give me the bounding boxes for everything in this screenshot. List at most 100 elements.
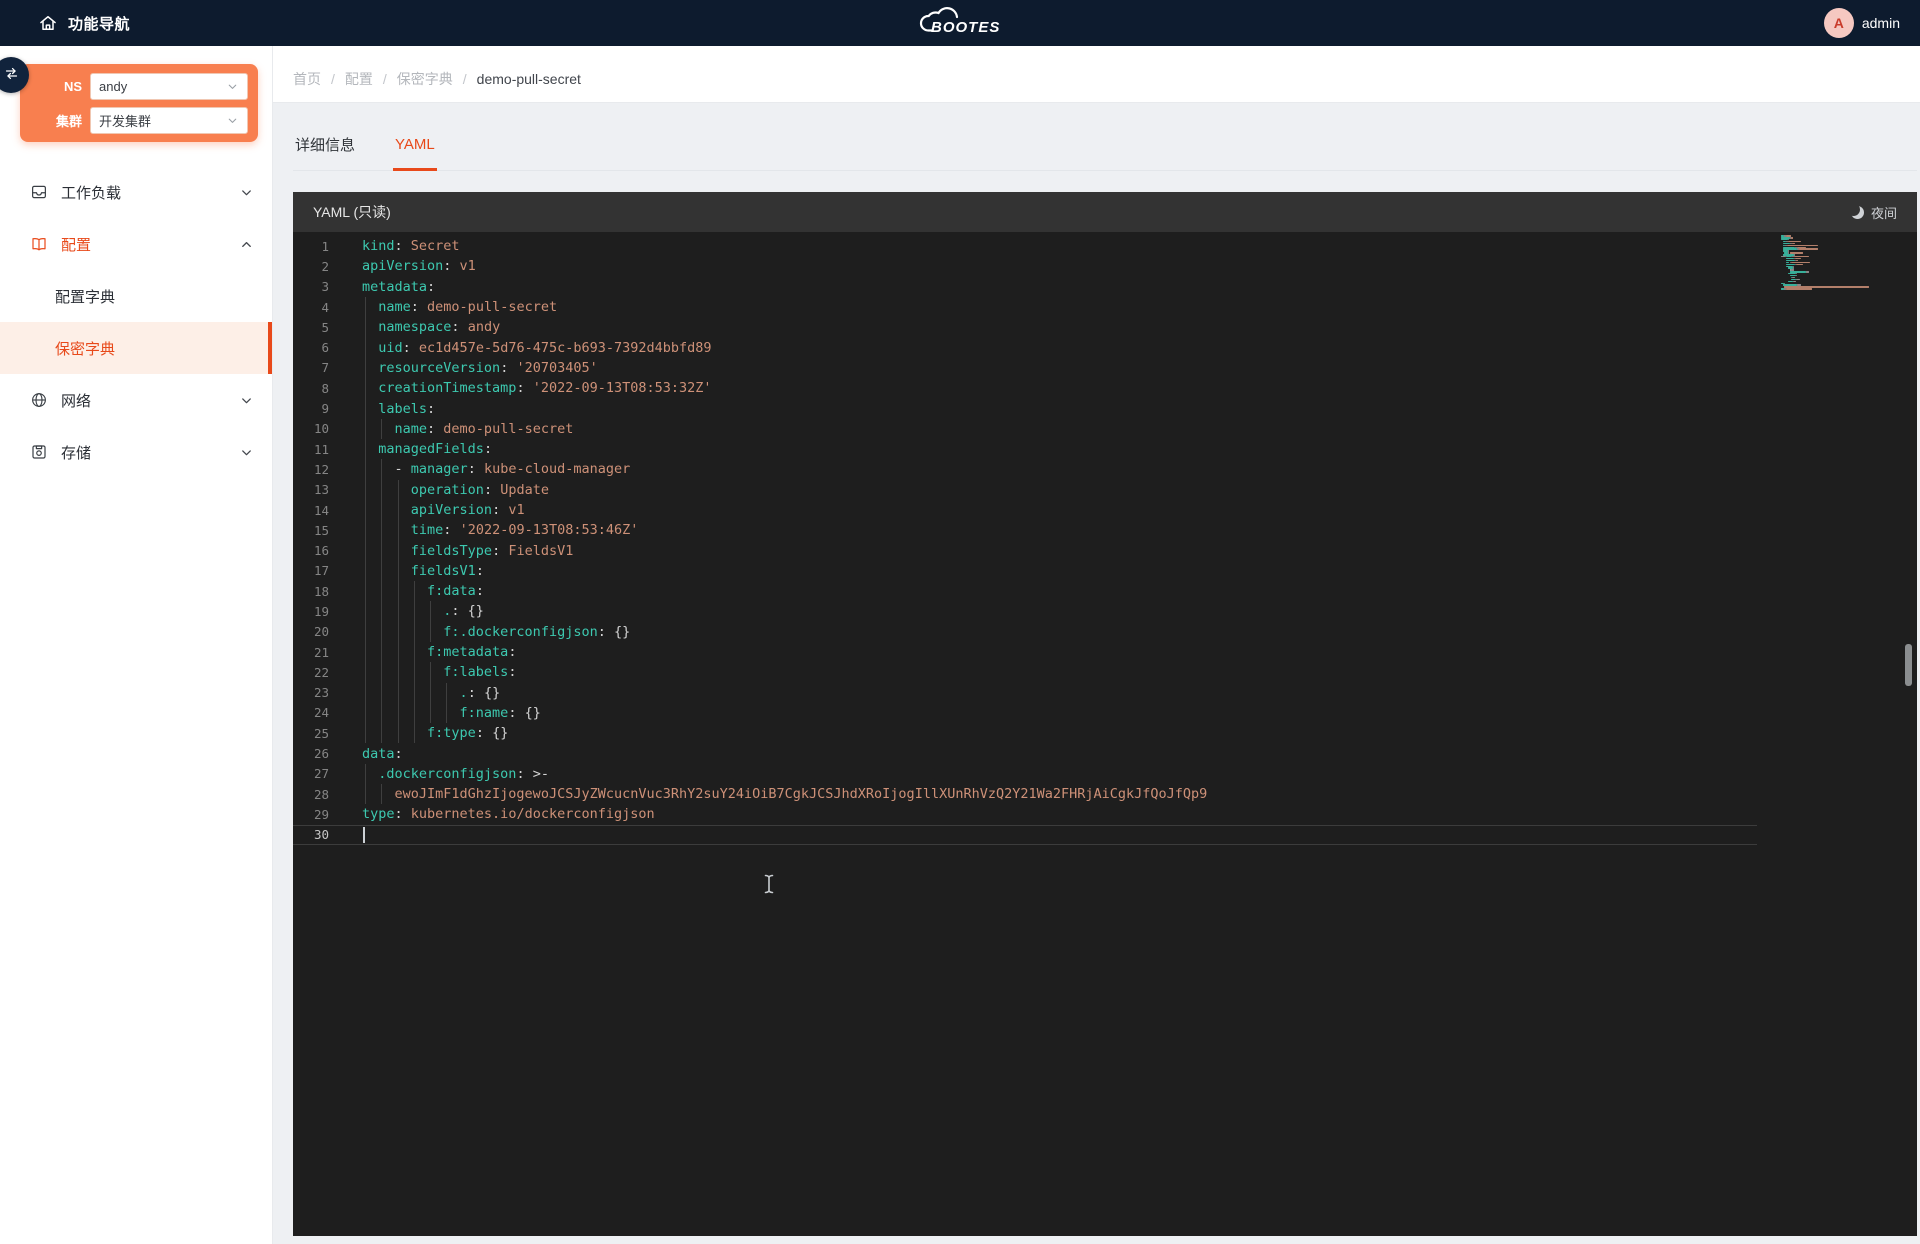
code-line[interactable]: 16 fieldsType: FieldsV1 xyxy=(293,540,1917,560)
code-line[interactable]: 20 f:.dockerconfigjson: {} xyxy=(293,622,1917,642)
sidebar-item-network[interactable]: 网络 xyxy=(0,374,272,426)
code-line[interactable]: 7 resourceVersion: '20703405' xyxy=(293,358,1917,378)
indent-guide xyxy=(365,662,366,682)
code-line[interactable]: 19 .: {} xyxy=(293,601,1917,621)
line-number: 22 xyxy=(293,665,345,680)
breadcrumb-link[interactable]: 保密字典 xyxy=(397,69,453,89)
sidebar-item-configmap[interactable]: 配置字典 xyxy=(0,270,272,322)
code-area[interactable]: 1kind: Secret2apiVersion: v13metadata:4 … xyxy=(293,232,1917,845)
code-line-text: type: kubernetes.io/dockerconfigjson xyxy=(345,804,1917,824)
swap-arrows-icon xyxy=(3,65,20,85)
code-token xyxy=(362,522,411,538)
indent-guide xyxy=(381,683,382,703)
code-token: : {} xyxy=(598,624,631,640)
code-token: apiVersion xyxy=(411,502,492,518)
code-line[interactable]: 17 fieldsV1: xyxy=(293,561,1917,581)
code-line[interactable]: 26data: xyxy=(293,743,1917,763)
avatar: A xyxy=(1824,8,1854,38)
code-line-text: ewoJImF1dGhzIjogewoJCSJyZWcucnVuc3RhY2su… xyxy=(345,784,1917,804)
code-line[interactable]: 5 namespace: andy xyxy=(293,317,1917,337)
indent-guide xyxy=(381,723,382,743)
tab-yaml[interactable]: YAML xyxy=(393,120,437,171)
code-token: : xyxy=(508,664,516,680)
code-line-text: .dockerconfigjson: >- xyxy=(345,764,1917,784)
indent-guide xyxy=(430,703,431,723)
code-line[interactable]: 14 apiVersion: v1 xyxy=(293,500,1917,520)
indent-guide xyxy=(365,561,366,581)
code-token: demo-pull-secret xyxy=(443,421,573,437)
night-mode-toggle[interactable]: 夜间 xyxy=(1851,203,1897,222)
code-token: . xyxy=(460,685,468,701)
sidebar-item-label: 配置 xyxy=(61,234,91,255)
indent-guide xyxy=(365,601,366,621)
code-line[interactable]: 27 .dockerconfigjson: >- xyxy=(293,764,1917,784)
breadcrumb-separator: / xyxy=(331,71,335,87)
editor-body[interactable]: 1kind: Secret2apiVersion: v13metadata:4 … xyxy=(293,232,1917,1236)
user-menu[interactable]: A admin xyxy=(1824,0,1900,46)
code-token: apiVersion xyxy=(362,258,443,274)
line-number: 26 xyxy=(293,746,345,761)
avatar-letter: A xyxy=(1834,15,1844,31)
indent-guide xyxy=(381,784,382,804)
code-line[interactable]: 8 creationTimestamp: '2022-09-13T08:53:3… xyxy=(293,378,1917,398)
code-token: metadata xyxy=(362,279,427,295)
line-number: 25 xyxy=(293,726,345,741)
code-line[interactable]: 24 f:name: {} xyxy=(293,703,1917,723)
minimap[interactable] xyxy=(1781,235,1893,292)
code-line[interactable]: 4 name: demo-pull-secret xyxy=(293,297,1917,317)
indent-guide xyxy=(430,601,431,621)
code-line[interactable]: 12 - manager: kube-cloud-manager xyxy=(293,459,1917,479)
code-line[interactable]: 3metadata: xyxy=(293,277,1917,297)
sidebar-item-storage[interactable]: 存储 xyxy=(0,426,272,478)
code-token: fieldsType xyxy=(411,543,492,559)
tab-details[interactable]: 详细信息 xyxy=(293,120,357,171)
code-line[interactable]: 23 .: {} xyxy=(293,683,1917,703)
code-line[interactable]: 2apiVersion: v1 xyxy=(293,256,1917,276)
line-number: 19 xyxy=(293,604,345,619)
code-line[interactable]: 22 f:labels: xyxy=(293,662,1917,682)
breadcrumb-separator: / xyxy=(463,71,467,87)
indent-guide xyxy=(381,622,382,642)
code-line[interactable]: 30 xyxy=(293,825,1917,845)
nav-title: 功能导航 xyxy=(68,13,130,34)
code-line[interactable]: 15 time: '2022-09-13T08:53:46Z' xyxy=(293,520,1917,540)
logo-text: BOOTES xyxy=(931,19,1000,36)
indent-guide xyxy=(414,662,415,682)
config-icon xyxy=(30,235,48,253)
code-line[interactable]: 1kind: Secret xyxy=(293,236,1917,256)
sidebar-item-workloads[interactable]: 工作负载 xyxy=(0,166,272,218)
breadcrumb-link[interactable]: 配置 xyxy=(345,69,373,89)
code-token: ec1d457e-5d76-475c-b693-7392d4bbfd89 xyxy=(419,340,712,356)
cluster-select[interactable]: 开发集群 xyxy=(90,107,248,134)
code-token: Update xyxy=(500,482,549,498)
code-token: : xyxy=(468,461,484,477)
breadcrumb-link[interactable]: 首页 xyxy=(293,69,321,89)
code-line-text: f:labels: xyxy=(345,662,1917,682)
sidebar-item-secret[interactable]: 保密字典 xyxy=(0,322,272,374)
editor-scrollbar-thumb[interactable] xyxy=(1905,644,1912,686)
indent-guide xyxy=(398,683,399,703)
line-number: 23 xyxy=(293,685,345,700)
code-line[interactable]: 11 managedFields: xyxy=(293,439,1917,459)
line-number: 11 xyxy=(293,442,345,457)
code-token: f:type xyxy=(427,725,476,741)
code-line[interactable]: 28 ewoJImF1dGhzIjogewoJCSJyZWcucnVuc3RhY… xyxy=(293,784,1917,804)
sidebar-item-config[interactable]: 配置 xyxy=(0,218,272,270)
code-line[interactable]: 25 f:type: {} xyxy=(293,723,1917,743)
code-line[interactable]: 9 labels: xyxy=(293,398,1917,418)
code-line-text: f:data: xyxy=(345,581,1917,601)
line-number: 10 xyxy=(293,421,345,436)
code-line[interactable]: 29type: kubernetes.io/dockerconfigjson xyxy=(293,804,1917,824)
line-number: 15 xyxy=(293,523,345,538)
home-nav[interactable]: 功能导航 xyxy=(38,13,130,34)
code-line[interactable]: 13 operation: Update xyxy=(293,480,1917,500)
code-line[interactable]: 6 uid: ec1d457e-5d76-475c-b693-7392d4bbf… xyxy=(293,337,1917,357)
code-line[interactable]: 21 f:metadata: xyxy=(293,642,1917,662)
code-line[interactable]: 18 f:data: xyxy=(293,581,1917,601)
namespace-select[interactable]: andy xyxy=(90,73,248,100)
code-line-text: time: '2022-09-13T08:53:46Z' xyxy=(345,520,1917,540)
code-line[interactable]: 10 name: demo-pull-secret xyxy=(293,419,1917,439)
logo[interactable]: BOOTES xyxy=(895,6,1025,45)
code-line-text: f:name: {} xyxy=(345,703,1917,723)
chevron-up-icon xyxy=(239,237,254,252)
